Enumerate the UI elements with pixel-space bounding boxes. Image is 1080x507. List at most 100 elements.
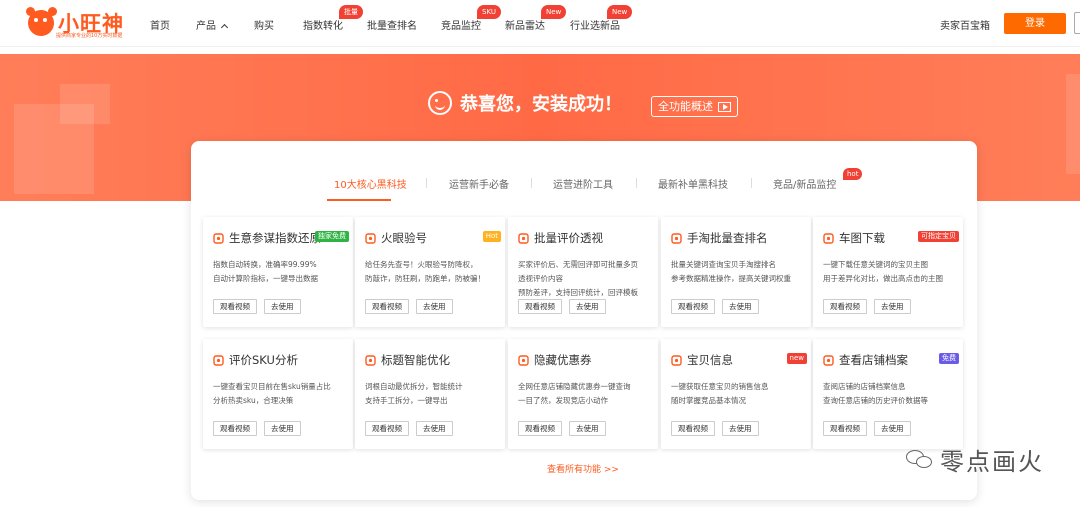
feature-card-description: 一键查看宝贝目前在售sku销量占比 分析热卖sku，合理决策 (213, 380, 347, 408)
feature-card-badge: 免费 (939, 353, 959, 364)
feature-card-description-line: 查询任意店铺的历史评价数据等 (823, 396, 928, 405)
feature-card-actions: 观看视频 去使用 (213, 421, 301, 436)
feature-card[interactable]: 查看店铺档案 免费查阅店铺的店铺档案信息 查询任意店铺的历史评价数据等观看视频 去使用 (813, 339, 963, 449)
feature-card-title-text: 标题智能优化 (381, 353, 450, 367)
go-use-button[interactable]: 去使用 (874, 421, 911, 436)
watch-video-button[interactable]: 观看视频 (213, 421, 257, 436)
see-all-features-link[interactable]: 查看所有功能 >> (547, 462, 619, 475)
nav-item-competitor-monitor[interactable]: 竞品监控 (441, 17, 481, 32)
feature-card-description: 一键下载任意关键词的宝贝主图 用于差异化对比，做出高点击的主图 (823, 258, 957, 286)
nav-item-index-convert[interactable]: 指数转化 (303, 17, 343, 32)
feature-card[interactable]: 隐藏优惠券全网任意店铺隐藏优惠券一键查询 一目了然，发现竞店小动作观看视频 去使用 (508, 339, 658, 449)
feature-card-actions: 观看视频 去使用 (671, 421, 759, 436)
feature-card-actions: 观看视频 去使用 (213, 299, 301, 314)
feature-card-title-text: 手淘批量查排名 (687, 231, 768, 245)
tab-advanced-tools[interactable]: 运营进阶工具 (553, 176, 613, 191)
tab-competitor-monitor[interactable]: 竞品/新品监控 (773, 176, 836, 191)
watch-video-button[interactable]: 观看视频 (671, 421, 715, 436)
feature-card-actions: 观看视频 去使用 (518, 421, 606, 436)
feature-card-title: 宝贝信息 (671, 352, 733, 368)
go-use-button[interactable]: 去使用 (722, 299, 759, 314)
feature-card[interactable]: 批量评价透视 买家评价后、无需回评即可批量多页 透视评价内容 预防差评，支持回评统计，… (508, 217, 658, 327)
hot-badge: hot (843, 168, 863, 180)
feature-card-description-line: 预防差评，支持回评统计，回评模板 (518, 288, 638, 297)
feature-card-actions: 观看视频 去使用 (365, 421, 453, 436)
feature-card-description-line: 词根自动最优拆分，智能统计 (365, 382, 463, 391)
go-use-button[interactable]: 去使用 (569, 421, 606, 436)
tab-divider (751, 178, 752, 188)
go-use-button[interactable]: 去使用 (569, 299, 606, 314)
go-use-button[interactable]: 去使用 (416, 421, 453, 436)
feature-card-description-line: 批量关键词查询宝贝手淘搜排名 (671, 260, 776, 269)
feature-card[interactable]: 宝贝信息 new 一键获取任意宝贝的销售信息 随时掌握竞品基本情况 观看视频 去使用 (661, 339, 811, 449)
go-use-button[interactable]: 去使用 (264, 421, 301, 436)
nav-item-industry-new[interactable]: 行业选新品 (570, 17, 620, 32)
logo[interactable]: 小旺神 提供商家专业的10万实时数据 (26, 7, 148, 40)
nav-item-buy[interactable]: 购买 (254, 17, 274, 32)
nav-item-home[interactable]: 首页 (150, 17, 170, 32)
picture-icon (671, 354, 682, 366)
feature-card-actions: 观看视频 去使用 (823, 421, 911, 436)
tab-order-tech[interactable]: 最新补单黑科技 (658, 176, 728, 191)
feature-card-title-text: 火眼验号 (381, 231, 427, 245)
feature-card-description-line: 给任务先查号！火眼验号防降权， (365, 260, 478, 269)
feature-card-description-line: 一目了然，发现竞店小动作 (518, 396, 608, 405)
feature-card-description-line: 买家评价后、无需回评即可批量多页 (518, 260, 638, 269)
feature-card[interactable]: 标题智能优化词根自动最优拆分，智能统计 支持手工拆分，一键导出观看视频 去使用 (355, 339, 505, 449)
nav-badge-new: New (607, 5, 633, 19)
feature-card-description-line: 支持手工拆分，一键导出 (365, 396, 448, 405)
go-use-button[interactable]: 去使用 (874, 299, 911, 314)
feature-card-description: 词根自动最优拆分，智能统计 支持手工拆分，一键导出 (365, 380, 499, 408)
feature-card-badge: Hot (482, 231, 501, 242)
tab-novice-essentials[interactable]: 运营新手必备 (449, 176, 509, 191)
feature-card-description: 查阅店铺的店铺档案信息 查询任意店铺的历史评价数据等 (823, 380, 957, 408)
seller-toolbox-link[interactable]: 卖家百宝箱 (940, 17, 990, 32)
feature-card[interactable]: 生意参谋指数还原 独家免费 指数自动转换，准确率99.99% 自动计算阶指标，一键导出… (203, 217, 353, 327)
feature-card-description-line: 一键获取任意宝贝的销售信息 (671, 382, 769, 391)
feature-card[interactable]: 车图下载 可指定宝贝 一键下载任意关键词的宝贝主图 用于差异化对比，做出高点击的主图观… (813, 217, 963, 327)
go-use-button[interactable]: 去使用 (416, 299, 453, 314)
feature-card-title: 标题智能优化 (365, 352, 450, 368)
shield-icon (518, 232, 529, 244)
feature-card-description-line: 自动计算阶指标，一键导出数据 (213, 274, 318, 283)
feature-card-actions: 观看视频 去使用 (518, 299, 606, 314)
feature-card-title-text: 评价SKU分析 (229, 353, 298, 367)
watch-video-button[interactable]: 观看视频 (671, 299, 715, 314)
feature-overview-button[interactable]: 全功能概述 (651, 96, 738, 117)
feature-card-title: 批量评价透视 (518, 230, 603, 246)
nav-item-products[interactable]: 产品 (196, 17, 229, 32)
watch-video-button[interactable]: 观看视频 (365, 299, 409, 314)
watch-video-button[interactable]: 观看视频 (213, 299, 257, 314)
tab-core-tech[interactable]: 10大核心黑科技 (334, 176, 407, 191)
nav-item-batch-rank[interactable]: 批量查排名 (367, 17, 417, 32)
login-button[interactable]: 登录 (1004, 13, 1066, 34)
watch-video-button[interactable]: 观看视频 (365, 421, 409, 436)
feature-card-badge: 独家免费 (315, 231, 349, 242)
archive-icon (823, 354, 834, 366)
image-icon (823, 232, 834, 244)
watch-video-button[interactable]: 观看视频 (823, 299, 867, 314)
watch-video-button[interactable]: 观看视频 (823, 421, 867, 436)
feature-card-actions: 观看视频 去使用 (823, 299, 911, 314)
feature-card-title: 隐藏优惠券 (518, 352, 592, 368)
go-use-button[interactable]: 去使用 (264, 299, 301, 314)
feature-card-description: 给任务先查号！火眼验号防降权， 防敲诈，防狂刷，防跑单，防被骗！ (365, 258, 499, 286)
watch-video-button[interactable]: 观看视频 (518, 421, 562, 436)
feature-card-title-text: 车图下载 (839, 231, 885, 245)
go-use-button[interactable]: 去使用 (722, 421, 759, 436)
feature-card-title: 查看店铺档案 (823, 352, 908, 368)
feature-card[interactable]: 火眼验号 Hot 给任务先查号！火眼验号防降权， 防敲诈，防狂刷，防跑单，防被骗！ 观看… (355, 217, 505, 327)
feature-card-title-text: 生意参谋指数还原 (229, 231, 321, 245)
feature-card-description: 全网任意店铺隐藏优惠券一键查询 一目了然，发现竞店小动作 (518, 380, 652, 408)
feature-card-description-line: 一键查看宝贝目前在售sku销量占比 (213, 382, 331, 391)
feature-card[interactable]: 手淘批量查排名 批量关键词查询宝贝手淘搜排名 参考数据精准操作，提高关键词权重 观看视… (661, 217, 811, 327)
feature-card-description-line: 全网任意店铺隐藏优惠券一键查询 (518, 382, 631, 391)
nav-item-products-label: 产品 (196, 21, 216, 32)
watch-video-button[interactable]: 观看视频 (518, 299, 562, 314)
feature-card[interactable]: 评价SKU分析一键查看宝贝目前在售sku销量占比 分析热卖sku，合理决策观看视频… (203, 339, 353, 449)
video-play-icon (718, 101, 731, 112)
nav-badge-new: New (541, 5, 567, 19)
nav-item-new-radar[interactable]: 新品雷达 (505, 17, 545, 32)
active-tab-indicator (327, 199, 391, 201)
feature-card-title-text: 隐藏优惠券 (534, 353, 592, 367)
